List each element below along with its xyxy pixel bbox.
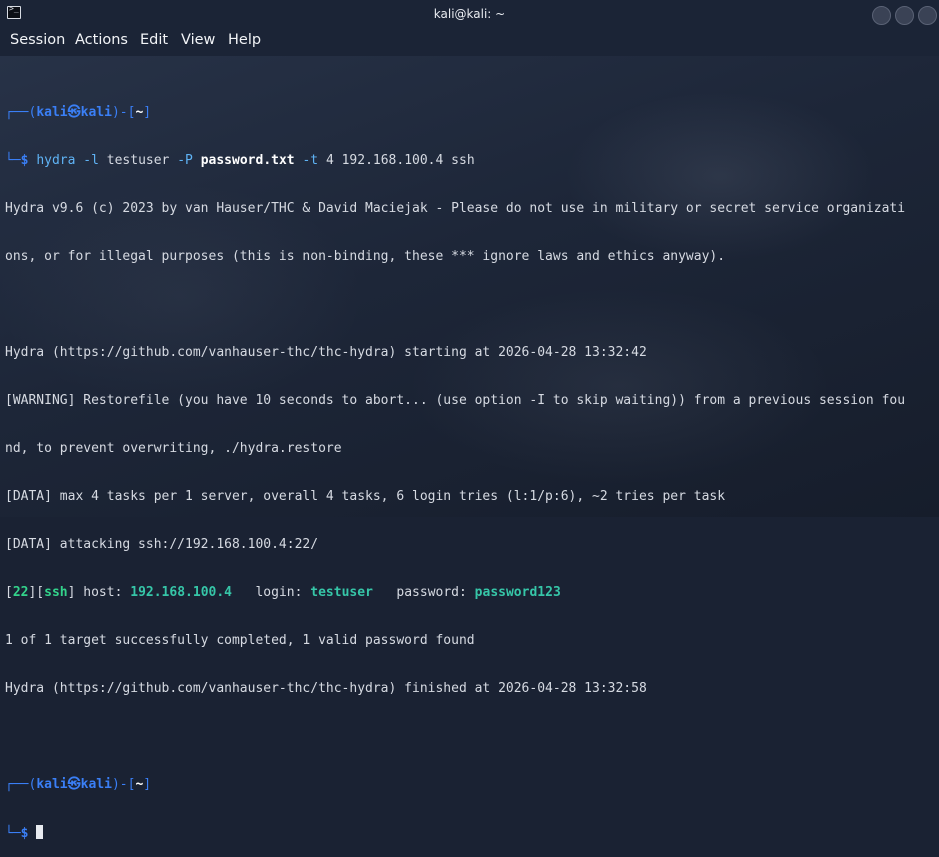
- output-line: [WARNING] Restorefile (you have 10 secon…: [5, 393, 906, 408]
- menu-bar: Session Actions Edit View Help: [0, 30, 939, 56]
- prompt-line: ┌──(kali㉿kali)-[~]: [5, 777, 152, 792]
- command-line: └─$ hydra -l testuser -P password.txt -t…: [5, 153, 475, 168]
- result-line: [22][ssh] host: 192.168.100.4 login: tes…: [5, 585, 561, 600]
- menu-session[interactable]: Session: [10, 32, 65, 48]
- text-cursor: [36, 825, 44, 839]
- window-title: kali@kali: ~: [433, 7, 506, 21]
- window-titlebar[interactable]: >_ kali@kali: ~: [0, 0, 939, 30]
- prompt-line: ┌──(kali㉿kali)-[~]: [5, 105, 152, 120]
- output-line: [DATA] attacking ssh://192.168.100.4:22/: [5, 537, 319, 552]
- output-line: [DATA] max 4 tasks per 1 server, overall…: [5, 489, 726, 504]
- minimize-button[interactable]: [872, 6, 891, 25]
- output-line: ons, or for illegal purposes (this is no…: [5, 249, 726, 264]
- command-line: └─$: [5, 825, 935, 841]
- menu-actions[interactable]: Actions: [75, 32, 128, 48]
- menu-view[interactable]: View: [181, 32, 215, 48]
- terminal-output[interactable]: ┌──(kali㉿kali)-[~] └─$ hydra -l testuser…: [5, 73, 935, 857]
- output-line: 1 of 1 target successfully completed, 1 …: [5, 633, 475, 648]
- output-line: nd, to prevent overwriting, ./hydra.rest…: [5, 441, 342, 456]
- output-line: Hydra (https://github.com/vanhauser-thc/…: [5, 345, 647, 360]
- menu-edit[interactable]: Edit: [140, 32, 168, 48]
- menu-help[interactable]: Help: [228, 32, 261, 48]
- output-line: Hydra (https://github.com/vanhauser-thc/…: [5, 681, 647, 696]
- maximize-button[interactable]: [895, 6, 914, 25]
- output-line: Hydra v9.6 (c) 2023 by van Hauser/THC & …: [5, 201, 906, 216]
- close-button[interactable]: [918, 6, 937, 25]
